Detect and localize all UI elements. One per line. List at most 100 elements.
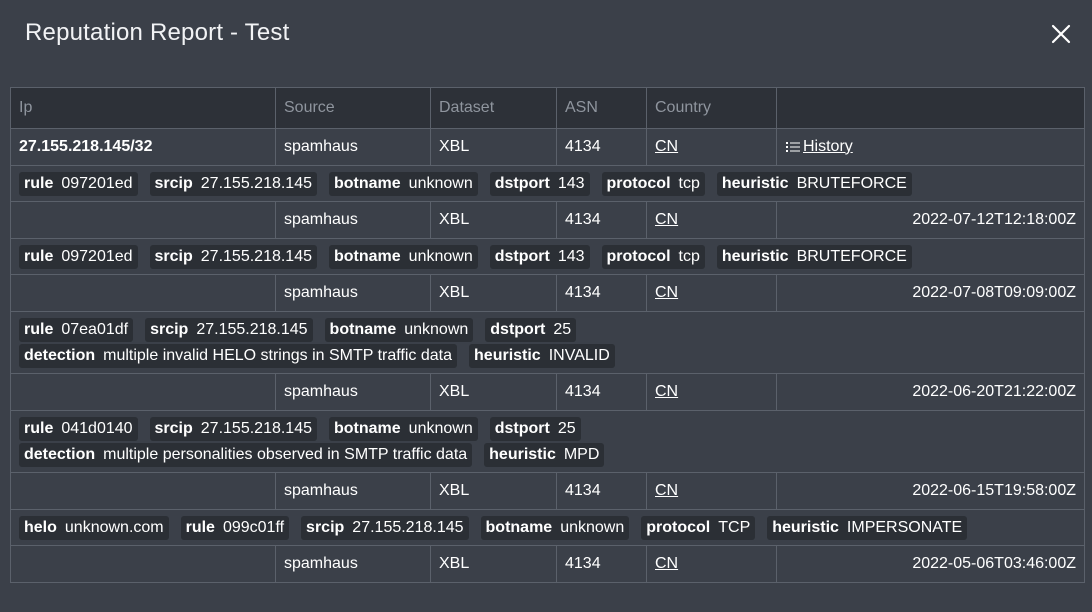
history-link[interactable]: History — [785, 136, 853, 156]
asn-cell: 4134 — [556, 128, 647, 166]
tag-value: unknown — [408, 248, 473, 265]
ip-cell — [10, 373, 276, 411]
date-cell: 2022-05-06T03:46:00Z — [776, 545, 1085, 583]
table-row: spamhaus XBL 4134 CN 2022-06-20T21:22:00Z — [10, 373, 1085, 411]
attribute-tag: detection multiple invalid HELO strings i… — [19, 344, 458, 368]
entry-tags-cell: rule 097201ed srcip 27.155.218.145 botname un… — [10, 165, 1085, 202]
attribute-tag: srcip 27.155.218.145 — [149, 245, 317, 269]
tag-line: detection multiple invalid HELO strings i… — [19, 344, 1076, 368]
country-link[interactable]: CN — [655, 211, 678, 228]
country-link[interactable]: CN — [655, 138, 678, 155]
column-header-source[interactable]: Source — [275, 87, 431, 129]
dataset-cell: XBL — [430, 545, 557, 583]
tag-value: TCP — [718, 519, 751, 536]
source-cell: spamhaus — [275, 274, 431, 312]
tag-key: rule — [24, 248, 54, 265]
tag-value: 097201ed — [61, 248, 133, 265]
attribute-tag: detection multiple personalities observed… — [19, 443, 473, 467]
tag-value: unknown.com — [64, 519, 164, 536]
tag-key: heuristic — [721, 248, 789, 265]
ip-cell — [10, 545, 276, 583]
tag-value: 25 — [553, 321, 572, 338]
entry-tags-row: rule 041d0140 srcip 27.155.218.145 botname un… — [10, 410, 1085, 473]
modal-header: Reputation Report - Test — [0, 0, 1092, 87]
tag-value: 27.155.218.145 — [196, 321, 308, 338]
tag-value: 099c01ff — [222, 519, 285, 536]
tag-line: rule 097201ed srcip 27.155.218.145 botname un… — [19, 245, 1076, 269]
country-link[interactable]: CN — [655, 482, 678, 499]
attribute-tag: botname unknown — [329, 245, 478, 269]
attribute-tag: botname unknown — [480, 516, 630, 540]
source-cell: spamhaus — [275, 373, 431, 411]
country-link[interactable]: CN — [655, 284, 678, 301]
tag-value: multiple invalid HELO strings in SMTP tr… — [103, 347, 453, 364]
date-cell: 2022-07-08T09:09:00Z — [776, 274, 1085, 312]
tag-key: helo — [24, 519, 57, 536]
tag-value: BRUTEFORCE — [796, 248, 907, 265]
attribute-tag: botname unknown — [329, 172, 478, 196]
tag-value: 097201ed — [61, 175, 133, 192]
tag-value: 27.155.218.145 — [200, 420, 312, 437]
attribute-tag: protocol TCP — [641, 516, 756, 540]
attribute-tag: rule 07ea01df — [19, 318, 134, 342]
tag-line: helo unknown.com rule 099c01ff srcip 27.155.2… — [19, 516, 1076, 540]
source-cell: spamhaus — [275, 201, 431, 239]
attribute-tag: rule 041d0140 — [19, 417, 138, 441]
country-cell: CN — [646, 472, 777, 510]
column-header-dataset[interactable]: Dataset — [430, 87, 557, 129]
tag-key: dstport — [494, 248, 550, 265]
tag-line: rule 07ea01df srcip 27.155.218.145 botname un… — [19, 318, 1076, 342]
tag-value: unknown — [408, 420, 473, 437]
attribute-tag: dstport 25 — [485, 318, 577, 342]
tag-key: detection — [24, 347, 96, 364]
asn-cell: 4134 — [556, 545, 647, 583]
dataset-cell: XBL — [430, 274, 557, 312]
tag-key: botname — [334, 175, 401, 192]
attribute-tag: dstport 25 — [489, 417, 581, 441]
history-label: History — [803, 137, 853, 155]
tag-value: 041d0140 — [61, 420, 133, 437]
attribute-tag: heuristic MPD — [484, 443, 605, 467]
close-icon[interactable] — [1049, 22, 1073, 46]
entry-tags-row: rule 097201ed srcip 27.155.218.145 botname un… — [10, 238, 1085, 275]
tag-value: INVALID — [548, 347, 610, 364]
column-header-country[interactable]: Country — [646, 87, 777, 129]
tag-key: rule — [24, 321, 54, 338]
list-icon — [786, 141, 800, 152]
dataset-cell: XBL — [430, 472, 557, 510]
attribute-tag: rule 097201ed — [19, 172, 138, 196]
tag-value: IMPERSONATE — [846, 519, 963, 536]
dataset-cell: XBL — [430, 201, 557, 239]
entry-tags-cell: rule 097201ed srcip 27.155.218.145 botname un… — [10, 238, 1085, 275]
attribute-tag: heuristic BRUTEFORCE — [716, 172, 912, 196]
attribute-tag: heuristic IMPERSONATE — [767, 516, 968, 540]
attribute-tag: botname unknown — [324, 318, 474, 342]
country-link[interactable]: CN — [655, 383, 678, 400]
column-header-asn[interactable]: ASN — [556, 87, 647, 129]
tag-value: 27.155.218.145 — [200, 248, 312, 265]
tag-key: detection — [24, 446, 96, 463]
column-header-ip[interactable]: Ip — [10, 87, 276, 129]
country-link[interactable]: CN — [655, 555, 678, 572]
ip-cell — [10, 472, 276, 510]
entry-tags-row: helo unknown.com rule 099c01ff srcip 27.155.2… — [10, 509, 1085, 546]
table-row: spamhaus XBL 4134 CN 2022-07-08T09:09:00Z — [10, 274, 1085, 312]
dataset-cell: XBL — [430, 128, 557, 166]
tag-value: tcp — [678, 175, 700, 192]
tag-key: srcip — [154, 175, 193, 192]
tag-key: botname — [334, 420, 401, 437]
country-cell: CN — [646, 373, 777, 411]
tag-key: heuristic — [772, 519, 839, 536]
tag-key: rule — [24, 420, 54, 437]
country-cell: CN — [646, 128, 777, 166]
tag-value: 27.155.218.145 — [200, 175, 312, 192]
tag-line: rule 097201ed srcip 27.155.218.145 botname un… — [19, 172, 1076, 196]
attribute-tag: protocol tcp — [601, 245, 705, 269]
tag-key: dstport — [490, 321, 546, 338]
tag-key: dstport — [494, 175, 550, 192]
tag-value: unknown — [408, 175, 473, 192]
source-cell: spamhaus — [275, 545, 431, 583]
tag-key: protocol — [606, 248, 671, 265]
source-cell: spamhaus — [275, 472, 431, 510]
asn-cell: 4134 — [556, 373, 647, 411]
